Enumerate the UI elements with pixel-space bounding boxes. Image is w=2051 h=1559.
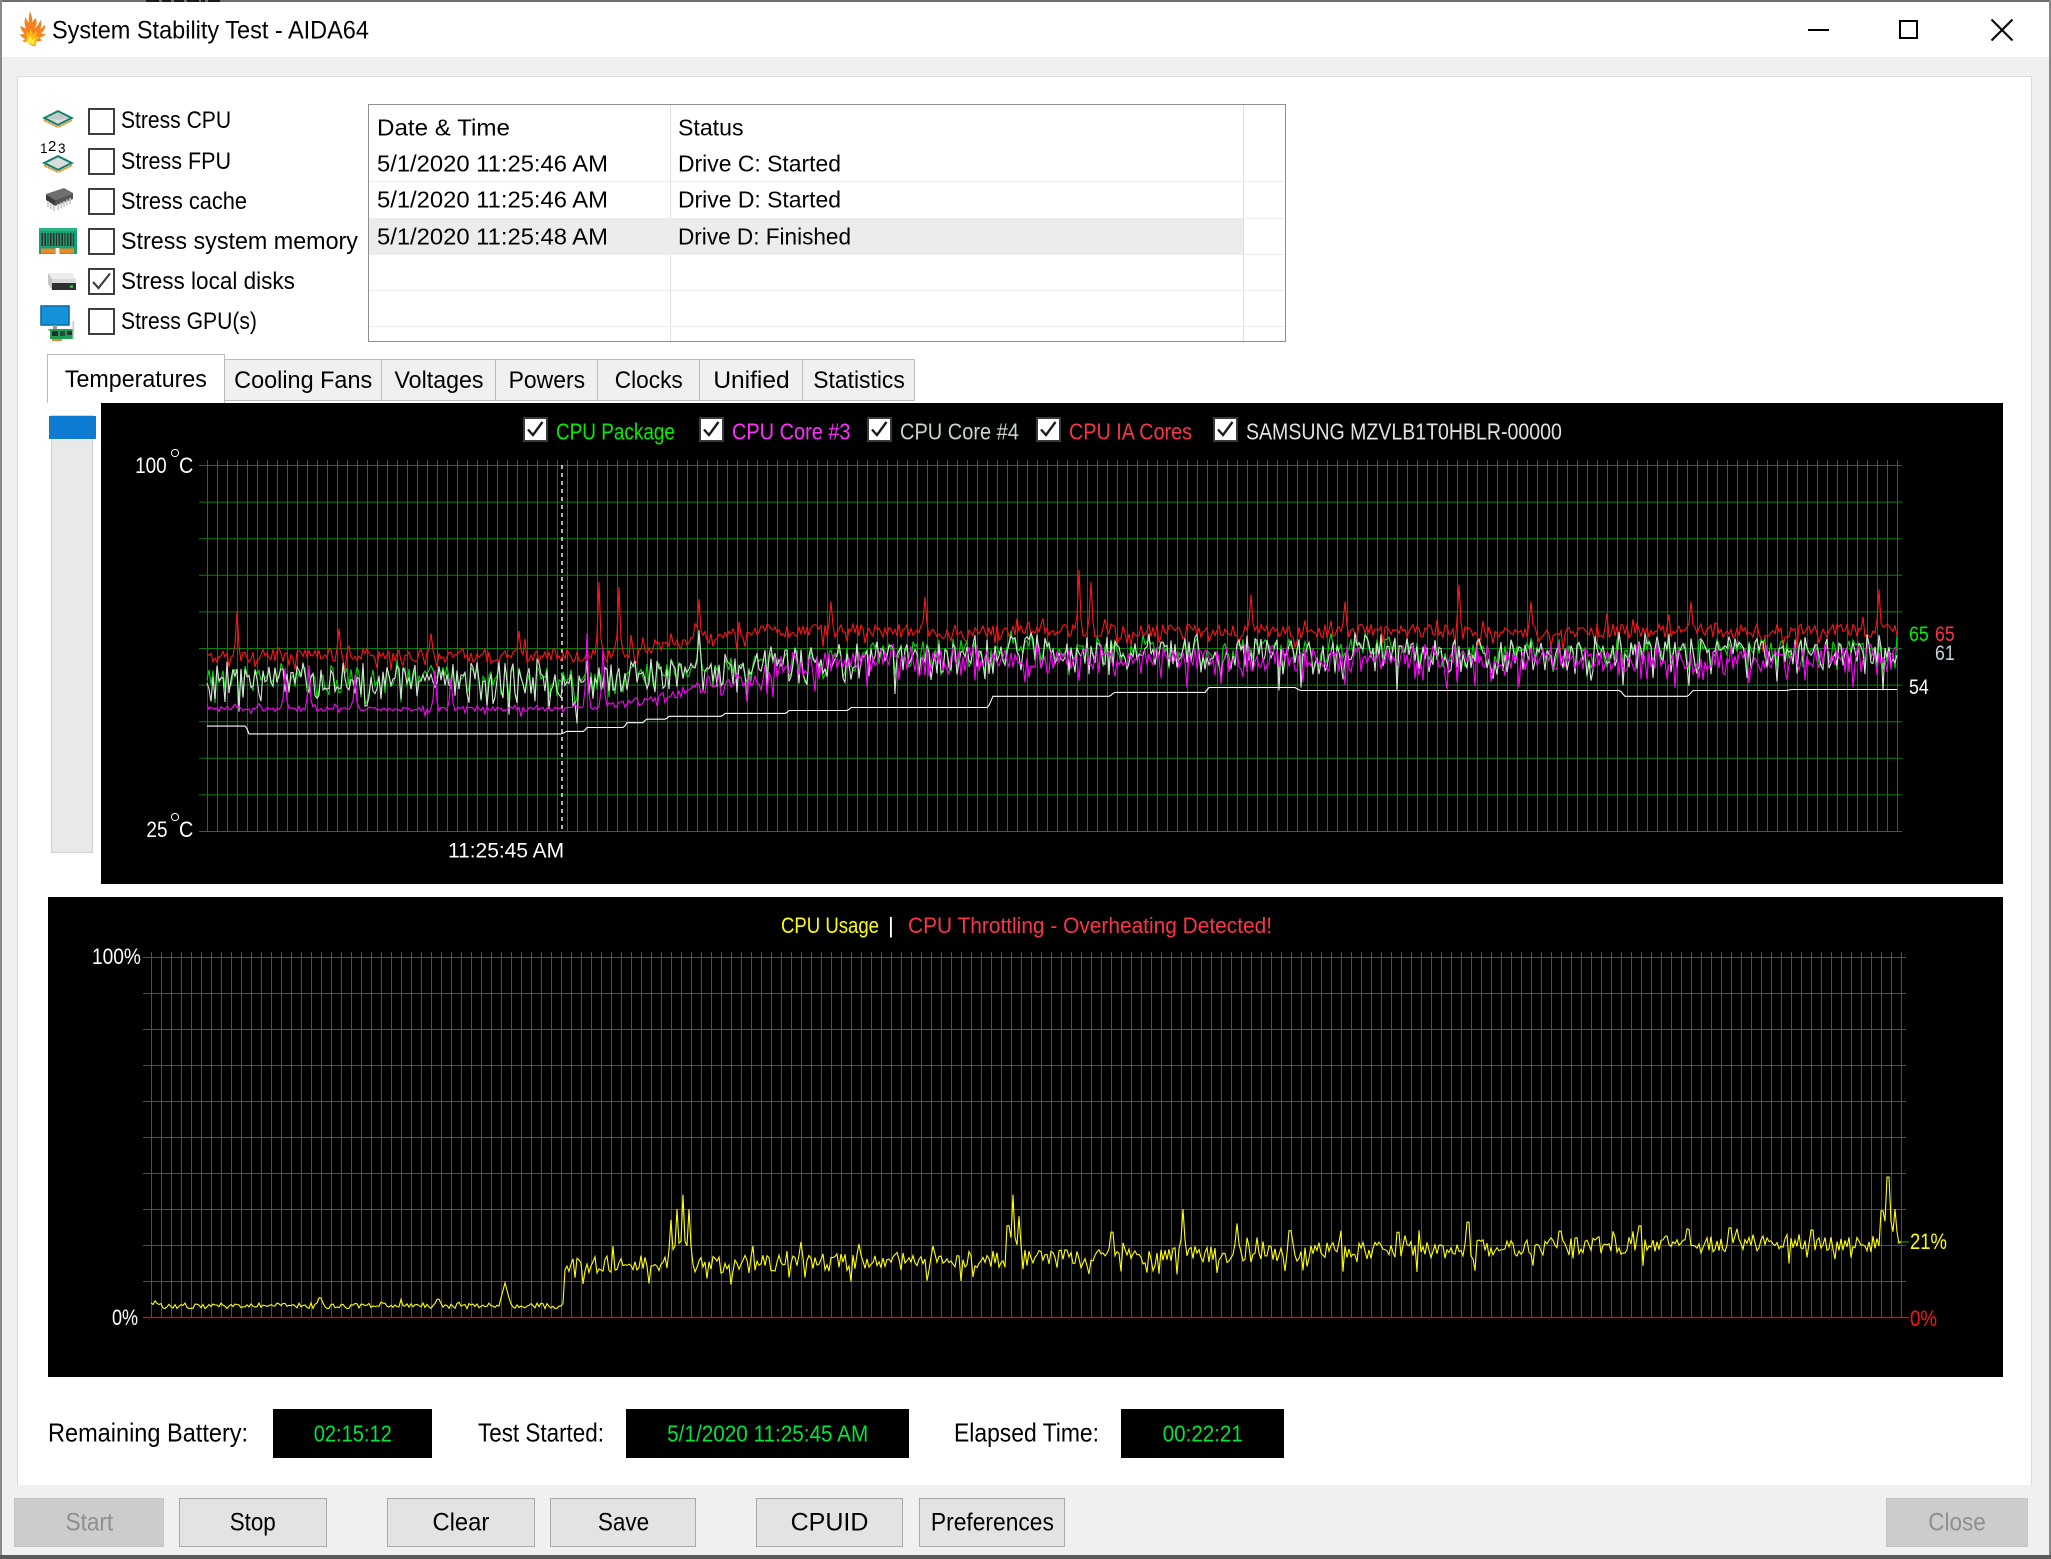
svg-text:3: 3 (58, 141, 66, 156)
svg-text:1: 1 (40, 141, 48, 156)
svg-text:2: 2 (48, 141, 56, 155)
